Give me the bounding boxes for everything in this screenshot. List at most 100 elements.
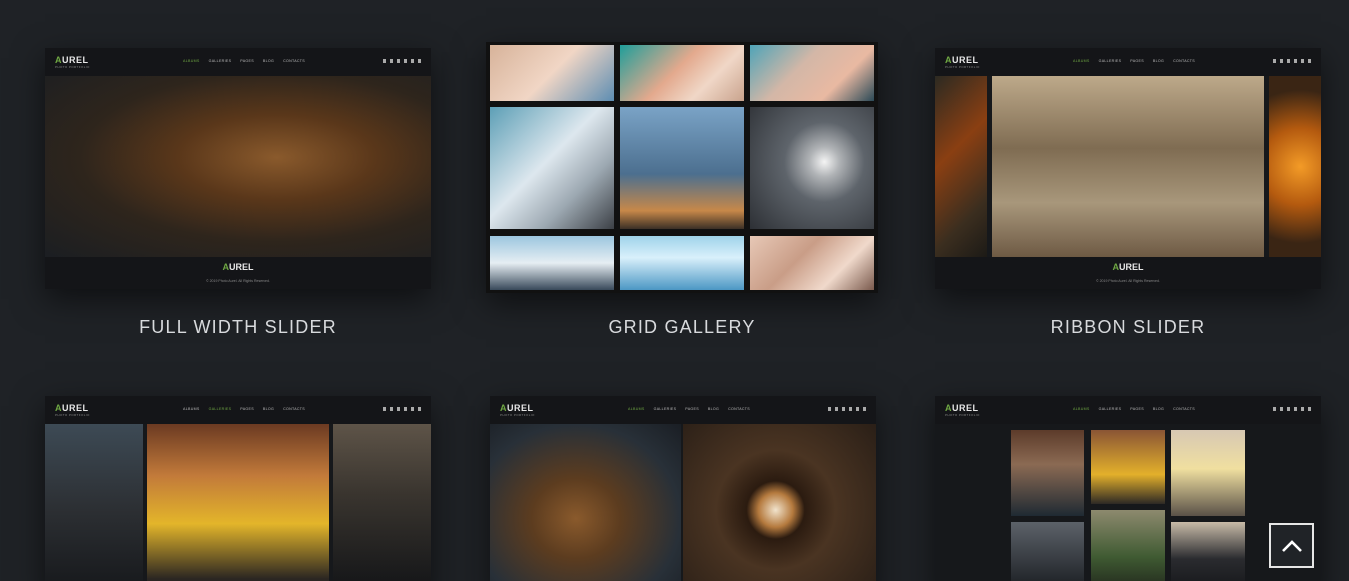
split-photo (683, 424, 876, 581)
mini-social-icons (383, 59, 421, 63)
demo-card-5[interactable]: AUREL PHOTO PORTFOLIO ALBUMS GALLERIES PA… (490, 396, 876, 581)
demo-card-4[interactable]: AUREL PHOTO PORTFOLIO ALBUMS GALLERIES PA… (45, 396, 431, 581)
demo-thumbnail[interactable]: AUREL PHOTO PORTFOLIO ALBUMS GALLERIES PA… (490, 396, 876, 581)
facebook-icon (383, 59, 386, 63)
mini-nav-item: BLOG (262, 407, 275, 411)
vimeo-icon (842, 407, 845, 411)
twitter-icon (835, 407, 838, 411)
demo-thumbnail[interactable]: AUREL PHOTO PORTFOLIO ALBUMS GALLERIES PA… (45, 48, 431, 289)
mini-nav-item: ALBUMS (183, 407, 200, 411)
mini-site-logo: AUREL PHOTO PORTFOLIO (945, 403, 980, 417)
mini-site-nav: ALBUMS GALLERIES PAGES BLOG CONTACTS (628, 407, 750, 411)
instagram-icon (1301, 59, 1304, 63)
gallery-photo (620, 236, 744, 290)
mini-site-nav: ALBUMS GALLERIES PAGES BLOG CONTACTS (183, 407, 305, 411)
gallery-photo (490, 236, 614, 290)
mini-nav-item: PAGES (240, 407, 254, 411)
album-photo (1091, 510, 1165, 581)
mini-nav-item: BLOG (1152, 59, 1165, 63)
mini-site-header: AUREL PHOTO PORTFOLIO ALBUMS GALLERIES PA… (935, 48, 1321, 76)
mini-site-header: AUREL PHOTO PORTFOLIO ALBUMS GALLERIES PA… (45, 48, 431, 76)
album-photo (1091, 430, 1165, 504)
facebook-icon (383, 407, 386, 411)
mini-site-nav: ALBUMS GALLERIES PAGES BLOG CONTACTS (183, 59, 305, 63)
pinterest-icon (404, 407, 407, 411)
mini-site-header: AUREL PHOTO PORTFOLIO ALBUMS GALLERIES PA… (45, 396, 431, 424)
twitter-icon (390, 407, 393, 411)
demo-card-grid-gallery[interactable]: GRID GALLERY (486, 42, 878, 348)
mini-nav-item: CONTACTS (283, 59, 305, 63)
gallery-photo (750, 107, 874, 229)
pinterest-icon (1294, 407, 1297, 411)
twitter-icon (1280, 59, 1283, 63)
demo-title[interactable]: RIBBON SLIDER (935, 317, 1321, 338)
mini-site-logo: AUREL PHOTO PORTFOLIO (500, 403, 535, 417)
demo-title[interactable]: FULL WIDTH SLIDER (45, 317, 431, 338)
search-icon (1308, 407, 1311, 411)
mini-social-icons (1273, 59, 1311, 63)
demo-title[interactable]: GRID GALLERY (486, 317, 878, 338)
mini-nav-item: CONTACTS (283, 407, 305, 411)
instagram-icon (411, 59, 414, 63)
mini-footer-copyright: © 2019 Photo Aurel. All Rights Reserved. (206, 279, 270, 283)
twitter-icon (390, 59, 393, 63)
mini-site-footer: AUREL © 2019 Photo Aurel. All Rights Res… (45, 257, 431, 289)
demo-thumbnail[interactable]: AUREL PHOTO PORTFOLIO ALBUMS GALLERIES PA… (935, 48, 1321, 289)
search-icon (863, 407, 866, 411)
pinterest-icon (404, 59, 407, 63)
mini-nav-item: ALBUMS (1073, 59, 1090, 63)
mini-nav-item: PAGES (1130, 407, 1144, 411)
demo-card-full-width-slider[interactable]: AUREL PHOTO PORTFOLIO ALBUMS GALLERIES PA… (45, 48, 431, 348)
pinterest-icon (1294, 59, 1297, 63)
twitter-icon (1280, 407, 1283, 411)
mini-site-header: AUREL PHOTO PORTFOLIO ALBUMS GALLERIES PA… (935, 396, 1321, 424)
demo-thumbnail[interactable] (486, 42, 878, 293)
demo-thumbnail[interactable]: AUREL PHOTO PORTFOLIO ALBUMS GALLERIES PA… (45, 396, 431, 581)
ribbon-photo (992, 76, 1264, 257)
gallery-photo (750, 45, 874, 101)
demo-card-ribbon-slider[interactable]: AUREL PHOTO PORTFOLIO ALBUMS GALLERIES PA… (935, 48, 1321, 348)
vimeo-icon (1287, 59, 1290, 63)
mini-site-nav: ALBUMS GALLERIES PAGES BLOG CONTACTS (1073, 407, 1195, 411)
slider-photo (147, 424, 329, 581)
slider-photo (333, 424, 431, 581)
slider-photo (45, 424, 143, 581)
gallery-photo (750, 236, 874, 290)
mini-nav-item: BLOG (262, 59, 275, 63)
album-photo (1171, 430, 1245, 516)
split-photo (490, 424, 681, 581)
mini-nav-item: ALBUMS (628, 407, 645, 411)
mini-site-header: AUREL PHOTO PORTFOLIO ALBUMS GALLERIES PA… (490, 396, 876, 424)
instagram-icon (411, 407, 414, 411)
demo-card-6[interactable]: AUREL PHOTO PORTFOLIO ALBUMS GALLERIES PA… (935, 396, 1321, 581)
mini-site-logo: AUREL PHOTO PORTFOLIO (55, 55, 90, 69)
album-photo (1171, 522, 1245, 581)
mini-nav-item: CONTACTS (1173, 59, 1195, 63)
vimeo-icon (397, 407, 400, 411)
mini-site-nav: ALBUMS GALLERIES PAGES BLOG CONTACTS (1073, 59, 1195, 63)
mini-site-logo: AUREL PHOTO PORTFOLIO (945, 55, 980, 69)
mini-social-icons (1273, 407, 1311, 411)
mini-footer-logo: AUREL (1112, 262, 1144, 272)
demo-thumbnail[interactable]: AUREL PHOTO PORTFOLIO ALBUMS GALLERIES PA… (935, 396, 1321, 581)
facebook-icon (828, 407, 831, 411)
facebook-icon (1273, 407, 1276, 411)
gallery-photo (490, 45, 614, 101)
ribbon-photo (1269, 76, 1321, 257)
mini-nav-item: CONTACTS (1173, 407, 1195, 411)
mini-nav-item: PAGES (1130, 59, 1144, 63)
ribbon-photo (935, 76, 987, 257)
search-icon (418, 407, 421, 411)
mini-social-icons (383, 407, 421, 411)
mini-footer-logo: AUREL (222, 262, 254, 272)
vimeo-icon (397, 59, 400, 63)
mini-nav-item: GALLERIES (208, 59, 232, 63)
mini-nav-item: GALLERIES (1098, 59, 1122, 63)
mini-nav-item: BLOG (1152, 407, 1165, 411)
mini-footer-copyright: © 2019 Photo Aurel. All Rights Reserved. (1096, 279, 1160, 283)
facebook-icon (1273, 59, 1276, 63)
chevron-up-icon (1281, 539, 1302, 552)
search-icon (1308, 59, 1311, 63)
mini-social-icons (828, 407, 866, 411)
scroll-to-top-button[interactable] (1269, 523, 1314, 568)
